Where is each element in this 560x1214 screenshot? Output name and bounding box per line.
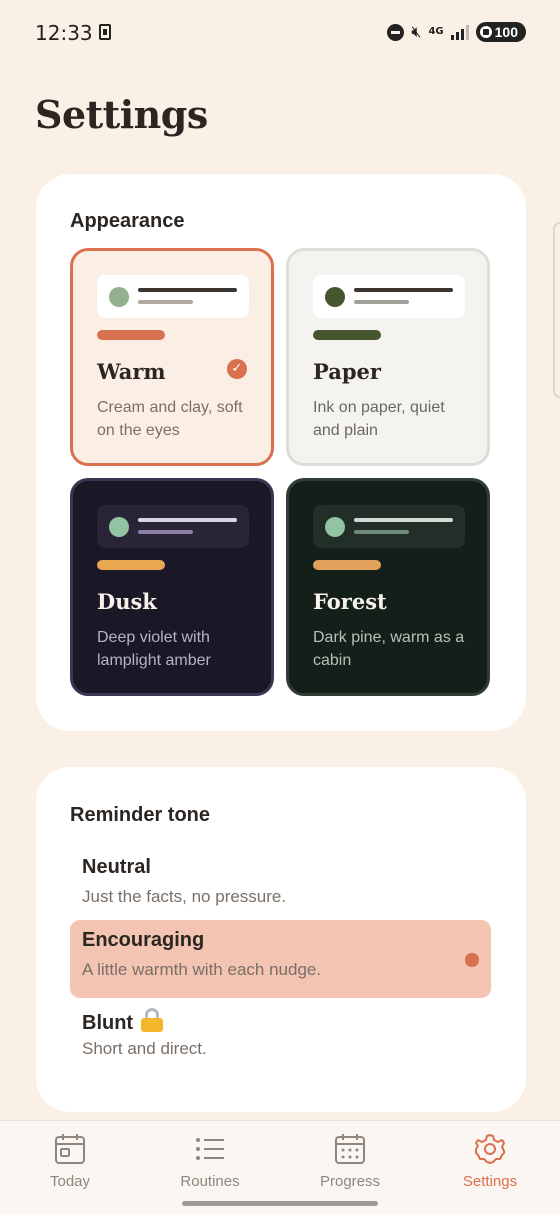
appearance-heading: Appearance xyxy=(70,210,185,232)
accent-swatch xyxy=(97,560,165,570)
nav-item-routines[interactable]: Routines xyxy=(140,1121,280,1201)
preview-dot xyxy=(109,287,129,307)
calendar-day-icon xyxy=(55,1134,85,1164)
nav-item-settings[interactable]: Settings xyxy=(420,1121,560,1201)
preview-line xyxy=(354,530,409,534)
page-title: Settings xyxy=(35,92,208,137)
edge-panel-handle[interactable] xyxy=(553,222,560,398)
theme-preview xyxy=(97,275,249,318)
tone-label: Encouraging xyxy=(82,929,205,951)
preview-dot xyxy=(325,517,345,537)
theme-preview xyxy=(313,275,465,318)
preview-dot xyxy=(109,517,129,537)
lock-icon xyxy=(141,1008,164,1032)
preview-line xyxy=(138,288,237,292)
tone-option-encouraging[interactable]: Encouraging A little warmth with each nu… xyxy=(70,920,491,998)
calendar-grid-icon xyxy=(335,1134,365,1164)
theme-description: Cream and clay, soft on the eyes xyxy=(97,399,243,439)
selected-radio-icon xyxy=(465,953,479,967)
theme-description: Ink on paper, quiet and plain xyxy=(313,399,445,439)
preview-dot xyxy=(325,287,345,307)
signal-strength-icon xyxy=(450,24,469,40)
preview-line xyxy=(138,300,193,304)
sim-card-icon xyxy=(99,24,111,40)
tone-description: Just the facts, no pressure. xyxy=(82,887,287,906)
vibrate-mute-icon: 🔇︎ xyxy=(411,22,422,41)
reminder-tone-card: Reminder tone Neutral Just the facts, no… xyxy=(36,767,526,1112)
nav-item-today[interactable]: Today xyxy=(0,1121,140,1201)
reminder-tone-heading: Reminder tone xyxy=(70,804,211,826)
battery-indicator: 100 xyxy=(475,22,526,42)
status-time: 12:33 xyxy=(35,21,93,45)
gesture-navigation-bar[interactable] xyxy=(182,1201,378,1206)
accent-swatch xyxy=(313,330,381,340)
theme-preview xyxy=(97,505,249,548)
nav-label: Today xyxy=(49,1173,91,1190)
preview-line xyxy=(138,518,237,522)
tone-label: Neutral xyxy=(82,856,151,878)
theme-tile-forest[interactable]: Forest Dark pine, warm as a cabin xyxy=(286,478,490,696)
tone-label: Blunt xyxy=(82,1012,134,1034)
preview-line xyxy=(138,530,193,534)
theme-name: Paper xyxy=(313,359,381,384)
theme-name: Dusk xyxy=(97,589,157,614)
theme-description: Deep violet with lamplight amber xyxy=(97,629,211,669)
network-type-label: 4G xyxy=(428,26,444,37)
theme-tile-dusk[interactable]: Dusk Deep violet with lamplight amber xyxy=(70,478,274,696)
theme-name: Warm xyxy=(97,359,166,384)
tone-option-neutral[interactable]: Neutral Just the facts, no pressure. xyxy=(70,847,491,925)
preview-line xyxy=(354,300,409,304)
status-icons: 🔇︎ 4G 100 xyxy=(387,20,526,44)
theme-name: Forest xyxy=(313,589,387,614)
theme-tile-warm[interactable]: Warm Cream and clay, soft on the eyes ✓ xyxy=(70,248,274,466)
accent-swatch xyxy=(313,560,381,570)
tone-label-wrap: Blunt xyxy=(82,1008,164,1035)
gear-icon xyxy=(475,1134,505,1164)
battery-saver-icon xyxy=(479,26,492,38)
tone-option-blunt[interactable]: Blunt Short and direct. xyxy=(70,999,491,1077)
tone-description: A little warmth with each nudge. xyxy=(82,960,322,979)
list-icon xyxy=(196,1138,224,1160)
theme-description: Dark pine, warm as a cabin xyxy=(313,629,465,669)
do-not-disturb-icon xyxy=(387,23,405,41)
preview-line xyxy=(354,288,453,292)
tone-description: Short and direct. xyxy=(82,1039,207,1058)
nav-item-progress[interactable]: Progress xyxy=(280,1121,420,1201)
nav-label: Settings xyxy=(462,1173,518,1190)
appearance-card: Appearance Warm Cream and clay, soft on t… xyxy=(36,174,526,731)
nav-label: Routines xyxy=(180,1173,240,1190)
theme-tile-paper[interactable]: Paper Ink on paper, quiet and plain xyxy=(286,248,490,466)
theme-preview xyxy=(313,505,465,548)
status-bar: 12:33 🔇︎ 4G 100 xyxy=(0,0,560,64)
nav-label: Progress xyxy=(319,1173,381,1190)
battery-level: 100 xyxy=(494,24,518,40)
preview-line xyxy=(354,518,453,522)
accent-swatch xyxy=(97,330,165,340)
checkmark-icon: ✓ xyxy=(227,359,247,379)
bottom-navigation: Today Routines Progress Settings xyxy=(0,1120,560,1214)
